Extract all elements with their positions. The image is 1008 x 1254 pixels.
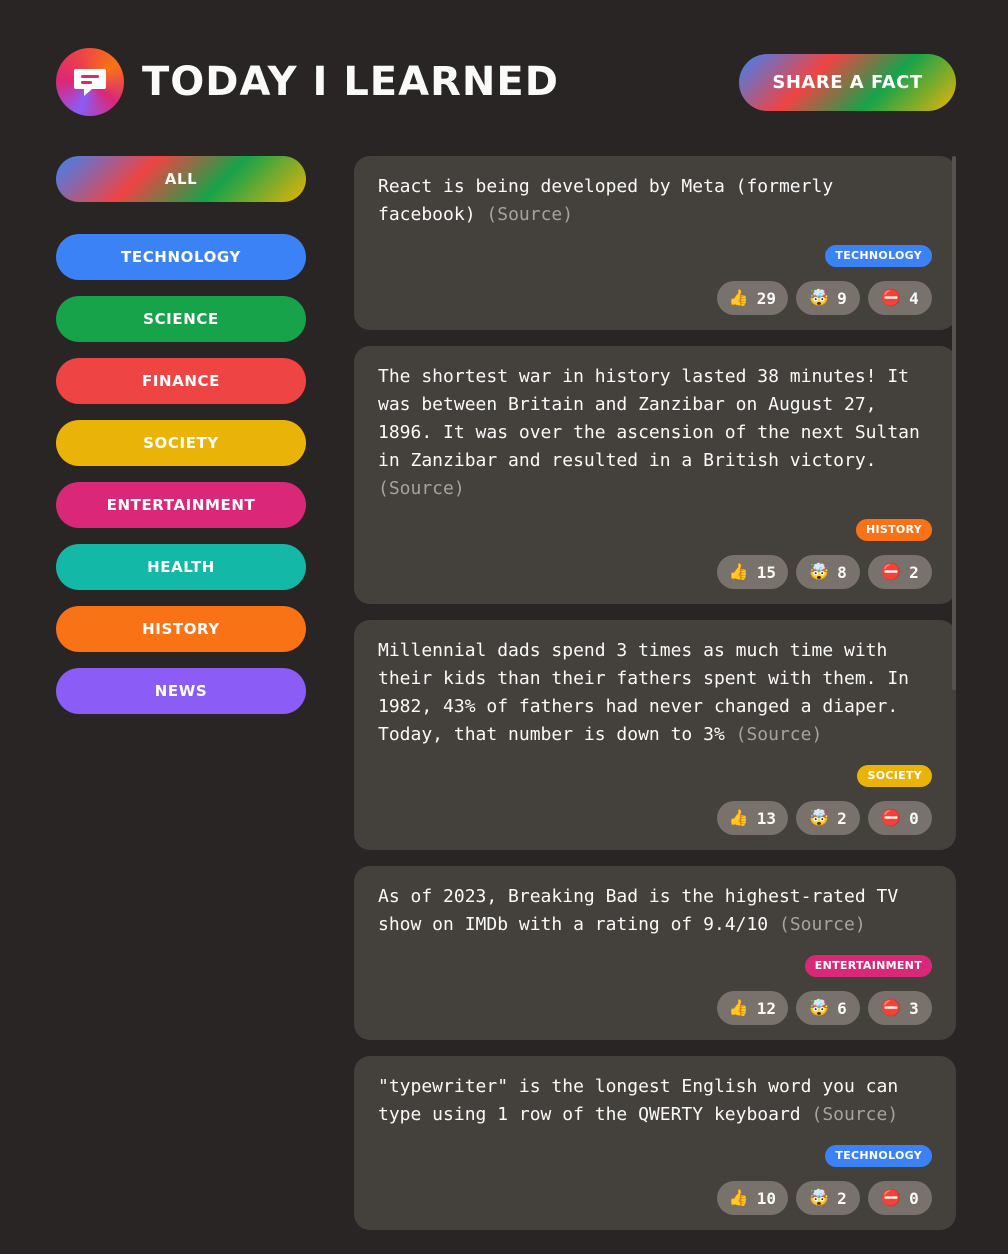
vote-buttons: 👍 15 🤯 8 ⛔ 2 — [378, 555, 932, 589]
vote-mindblowing-button[interactable]: 🤯 8 — [796, 555, 860, 589]
category-health-button[interactable]: Health — [56, 544, 306, 590]
vote-false-button[interactable]: ⛔ 4 — [868, 281, 932, 315]
thumbs-up-icon: 👍 — [728, 288, 749, 307]
tag-row: Entertainment — [378, 955, 932, 977]
no-entry-icon: ⛔ — [881, 562, 902, 581]
vote-mindblowing-button[interactable]: 🤯 2 — [796, 1181, 860, 1215]
category-technology-button[interactable]: Technology — [56, 234, 306, 280]
vote-count: 2 — [837, 1188, 847, 1208]
category-society-button[interactable]: Society — [56, 420, 306, 466]
fact-text: React is being developed by Meta (former… — [378, 173, 932, 229]
source-link[interactable]: (Source) — [811, 1104, 898, 1125]
vote-count: 9 — [837, 288, 847, 308]
vote-mindblowing-button[interactable]: 🤯 2 — [796, 801, 860, 835]
vote-interesting-button[interactable]: 👍 13 — [716, 801, 788, 835]
vote-buttons: 👍 13 🤯 2 ⛔ 0 — [378, 801, 932, 835]
vote-count: 0 — [909, 1188, 919, 1208]
source-link[interactable]: (Source) — [736, 724, 823, 745]
thumbs-up-icon: 👍 — [728, 1188, 749, 1207]
mind-blown-icon: 🤯 — [809, 562, 830, 581]
tag-row: Technology — [378, 1145, 932, 1167]
category-tag: Entertainment — [804, 955, 932, 977]
mind-blown-icon: 🤯 — [809, 288, 830, 307]
fact-text: Millennial dads spend 3 times as much ti… — [378, 637, 932, 749]
fact-card: As of 2023, Breaking Bad is the highest-… — [354, 866, 956, 1040]
vote-count: 6 — [837, 998, 847, 1018]
vote-count: 13 — [756, 808, 776, 828]
fact-card: Millennial dads spend 3 times as much ti… — [354, 620, 956, 850]
vote-buttons: 👍 10 🤯 2 ⛔ 0 — [378, 1181, 932, 1215]
fact-body: React is being developed by Meta (former… — [378, 176, 834, 225]
no-entry-icon: ⛔ — [881, 1188, 902, 1207]
fact-card: "typewriter" is the longest English word… — [354, 1056, 956, 1230]
mind-blown-icon: 🤯 — [809, 808, 830, 827]
category-tag: Technology — [825, 245, 932, 267]
thumbs-up-icon: 👍 — [728, 998, 749, 1017]
vote-count: 8 — [837, 562, 847, 582]
no-entry-icon: ⛔ — [881, 808, 902, 827]
source-link[interactable]: (Source) — [486, 204, 573, 225]
logo-icon — [56, 48, 124, 116]
thumbs-up-icon: 👍 — [728, 562, 749, 581]
tag-row: Society — [378, 765, 932, 787]
vote-count: 2 — [909, 562, 919, 582]
fact-text: "typewriter" is the longest English word… — [378, 1073, 932, 1129]
vote-interesting-button[interactable]: 👍 12 — [716, 991, 788, 1025]
vote-interesting-button[interactable]: 👍 15 — [716, 555, 788, 589]
mind-blown-icon: 🤯 — [809, 1188, 830, 1207]
page-title: Today I Learned — [142, 59, 559, 105]
vote-interesting-button[interactable]: 👍 29 — [716, 281, 788, 315]
no-entry-icon: ⛔ — [881, 288, 902, 307]
vote-false-button[interactable]: ⛔ 3 — [868, 991, 932, 1025]
vote-count: 3 — [909, 998, 919, 1018]
fact-body: The shortest war in history lasted 38 mi… — [378, 366, 920, 471]
vote-count: 2 — [837, 808, 847, 828]
vote-count: 4 — [909, 288, 919, 308]
vote-false-button[interactable]: ⛔ 0 — [868, 1181, 932, 1215]
vote-buttons: 👍 12 🤯 6 ⛔ 3 — [378, 991, 932, 1025]
vote-mindblowing-button[interactable]: 🤯 6 — [796, 991, 860, 1025]
scrollbar[interactable] — [952, 156, 956, 690]
vote-count: 10 — [756, 1188, 776, 1208]
category-tag: Technology — [825, 1145, 932, 1167]
category-finance-button[interactable]: Finance — [56, 358, 306, 404]
vote-buttons: 👍 29 🤯 9 ⛔ 4 — [378, 281, 932, 315]
mind-blown-icon: 🤯 — [809, 998, 830, 1017]
category-all-button[interactable]: All — [56, 156, 306, 202]
no-entry-icon: ⛔ — [881, 998, 902, 1017]
speech-bubble-icon — [74, 69, 106, 96]
vote-count: 12 — [756, 998, 776, 1018]
vote-false-button[interactable]: ⛔ 2 — [868, 555, 932, 589]
category-tag: Society — [857, 765, 932, 787]
category-entertainment-button[interactable]: Entertainment — [56, 482, 306, 528]
category-sidebar: All Technology Science Finance Society Enter… — [56, 156, 306, 730]
fact-text: As of 2023, Breaking Bad is the highest-… — [378, 883, 932, 939]
vote-false-button[interactable]: ⛔ 0 — [868, 801, 932, 835]
tag-row: Technology — [378, 245, 932, 267]
vote-count: 29 — [756, 288, 776, 308]
app-header: Today I Learned Share a fact — [56, 48, 956, 116]
fact-body: Millennial dads spend 3 times as much ti… — [378, 640, 910, 745]
brand: Today I Learned — [56, 48, 559, 116]
vote-interesting-button[interactable]: 👍 10 — [716, 1181, 788, 1215]
category-history-button[interactable]: History — [56, 606, 306, 652]
tag-row: History — [378, 519, 932, 541]
category-news-button[interactable]: News — [56, 668, 306, 714]
fact-card: The shortest war in history lasted 38 mi… — [354, 346, 956, 604]
vote-mindblowing-button[interactable]: 🤯 9 — [796, 281, 860, 315]
category-science-button[interactable]: Science — [56, 296, 306, 342]
vote-count: 15 — [756, 562, 776, 582]
vote-count: 0 — [909, 808, 919, 828]
fact-card: React is being developed by Meta (former… — [354, 156, 956, 330]
source-link[interactable]: (Source) — [378, 478, 465, 499]
share-fact-button[interactable]: Share a fact — [739, 53, 956, 111]
source-link[interactable]: (Source) — [779, 914, 866, 935]
category-list: Technology Science Finance Society Entertain… — [56, 234, 306, 714]
category-tag: History — [855, 519, 932, 541]
facts-list: React is being developed by Meta (former… — [354, 156, 956, 1246]
fact-text: The shortest war in history lasted 38 mi… — [378, 363, 932, 503]
thumbs-up-icon: 👍 — [728, 808, 749, 827]
